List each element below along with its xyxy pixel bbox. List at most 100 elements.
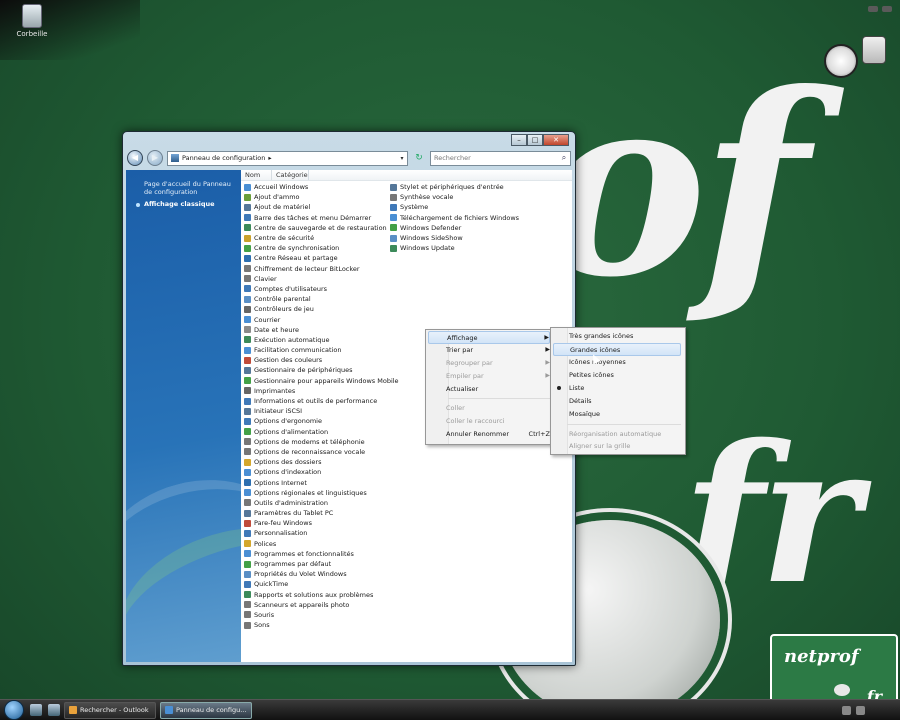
volume-icon[interactable]	[856, 705, 865, 715]
quick-launch-ie-icon[interactable]	[48, 704, 60, 716]
control-panel-item[interactable]: Courrier	[244, 314, 399, 324]
control-panel-item[interactable]: Informations et outils de performance	[244, 396, 399, 406]
window-titlebar[interactable]: – □ ✕	[123, 132, 575, 148]
nav-classic-view[interactable]: Affichage classique	[144, 200, 215, 208]
menu-item-coller[interactable]: Coller	[446, 402, 550, 413]
address-field[interactable]: Panneau de configuration ▸ ▾	[167, 150, 408, 166]
menu-item-trier-par[interactable]: Trier par ▶	[446, 344, 550, 355]
control-panel-item[interactable]: Clavier	[244, 274, 399, 284]
control-panel-item[interactable]: Contrôle parental	[244, 294, 399, 304]
control-panel-item[interactable]: Centre de sauvegarde et de restauration	[244, 223, 399, 233]
control-panel-item[interactable]: Téléchargement de fichiers Windows	[390, 213, 519, 223]
submenu-item-details[interactable]: Détails	[569, 395, 681, 406]
submenu-item-aligner[interactable]: Aligner sur la grille	[569, 440, 681, 451]
column-header-category[interactable]: Catégorie	[272, 170, 309, 180]
control-panel-item[interactable]: Ajout de matériel	[244, 202, 399, 212]
refresh-icon[interactable]: ↻	[412, 152, 426, 165]
menu-item-empiler-par[interactable]: Empiler par ▶	[446, 370, 550, 381]
back-arrow-icon[interactable]: ◀	[127, 150, 143, 166]
control-panel-item[interactable]: Facilitation communication	[244, 345, 399, 355]
control-panel-item[interactable]: Synthèse vocale	[390, 192, 519, 202]
control-panel-item[interactable]: Windows Defender	[390, 223, 519, 233]
control-panel-item-label: Centre Réseau et partage	[254, 254, 338, 263]
control-panel-item[interactable]: Programmes par défaut	[244, 559, 399, 569]
control-panel-item[interactable]: Stylet et périphériques d'entrée	[390, 182, 519, 192]
column-header-name[interactable]: Nom	[241, 170, 272, 180]
applet-icon	[244, 366, 251, 374]
control-panel-item[interactable]: Accueil Windows	[244, 182, 399, 192]
control-panel-item[interactable]: QuickTime	[244, 579, 399, 589]
applet-icon	[390, 244, 397, 252]
breadcrumb-arrow-icon[interactable]: ▸	[268, 154, 271, 162]
search-icon[interactable]: ⌕	[558, 153, 570, 163]
submenu-item-liste[interactable]: Liste	[557, 382, 681, 393]
control-panel-item[interactable]: Options de modems et téléphonie	[244, 437, 399, 447]
control-panel-item[interactable]: Centre Réseau et partage	[244, 253, 399, 263]
slideshow-gadget-icon[interactable]	[862, 36, 886, 64]
control-panel-item[interactable]: Ajout d'ammo	[244, 192, 399, 202]
nav-home-link[interactable]: Page d'accueil du Panneau de configurati…	[144, 180, 236, 197]
control-panel-item[interactable]: Centre de sécurité	[244, 233, 399, 243]
control-panel-item[interactable]: Contrôleurs de jeu	[244, 304, 399, 314]
control-panel-item[interactable]: Date et heure	[244, 325, 399, 335]
control-panel-item[interactable]: Barre des tâches et menu Démarrer	[244, 213, 399, 223]
control-panel-item[interactable]: Outils d'administration	[244, 498, 399, 508]
control-panel-item[interactable]: Exécution automatique	[244, 335, 399, 345]
control-panel-item[interactable]: Paramètres du Tablet PC	[244, 508, 399, 518]
control-panel-item[interactable]: Options d'alimentation	[244, 427, 399, 437]
control-panel-item[interactable]: Gestionnaire pour appareils Windows Mobi…	[244, 376, 399, 386]
menu-item-annuler[interactable]: Annuler Renommer Ctrl+Z	[446, 428, 550, 439]
control-panel-item[interactable]: Options régionales et linguistiques	[244, 488, 399, 498]
start-button-icon[interactable]	[4, 700, 24, 720]
menu-item-affichage[interactable]: Affichage ▶	[428, 331, 550, 344]
taskbar-item-control-panel[interactable]: Panneau de configu...	[160, 701, 252, 719]
control-panel-item[interactable]: Pare-feu Windows	[244, 518, 399, 528]
control-panel-item[interactable]: Options des dossiers	[244, 457, 399, 467]
control-panel-item[interactable]: Rapports et solutions aux problèmes	[244, 590, 399, 600]
close-button[interactable]: ✕	[543, 134, 569, 146]
control-panel-item[interactable]: Initiateur iSCSI	[244, 406, 399, 416]
taskbar-item-outlook[interactable]: Rechercher - Outlook	[64, 701, 156, 719]
control-panel-item[interactable]: Comptes d'utilisateurs	[244, 284, 399, 294]
submenu-item-grandes[interactable]: Grandes icônes	[553, 343, 681, 356]
control-panel-item[interactable]: Personnalisation	[244, 528, 399, 538]
search-input[interactable]: Rechercher ⌕	[430, 150, 571, 166]
submenu-item-petites[interactable]: Petites icônes	[569, 369, 681, 380]
show-desktop-icon[interactable]	[30, 704, 42, 716]
control-panel-item[interactable]: Système	[390, 202, 519, 212]
submenu-item-tres-grandes[interactable]: Très grandes icônes	[569, 330, 681, 341]
control-panel-item[interactable]: Gestionnaire de périphériques	[244, 365, 399, 375]
menu-item-actualiser[interactable]: Actualiser	[446, 383, 550, 394]
control-panel-item[interactable]: Sons	[244, 620, 399, 630]
gadget-icon[interactable]	[868, 6, 878, 12]
control-panel-item[interactable]: Centre de synchronisation	[244, 243, 399, 253]
control-panel-item[interactable]: Options d'ergonomie	[244, 416, 399, 426]
control-panel-item[interactable]: Propriétés du Volet Windows	[244, 569, 399, 579]
control-panel-item[interactable]: Options d'indexation	[244, 467, 399, 477]
chevron-down-icon[interactable]: ▾	[397, 155, 407, 162]
control-panel-item[interactable]: Options de reconnaissance vocale	[244, 447, 399, 457]
control-panel-item[interactable]: Windows Update	[390, 243, 519, 253]
submenu-item-icones-moyennes[interactable]: Icônes moyennes	[569, 356, 681, 367]
control-panel-item[interactable]: Programmes et fonctionnalités	[244, 549, 399, 559]
submenu-item-mosaique[interactable]: Mosaïque	[569, 408, 681, 419]
control-panel-item[interactable]: Chiffrement de lecteur BitLocker	[244, 264, 399, 274]
control-panel-item[interactable]: Options Internet	[244, 477, 399, 487]
recycle-bin[interactable]: Corbeille	[12, 4, 52, 38]
control-panel-item[interactable]: Windows SideShow	[390, 233, 519, 243]
control-panel-item[interactable]: Scanneurs et appareils photo	[244, 600, 399, 610]
control-panel-item[interactable]: Gestion des couleurs	[244, 355, 399, 365]
network-icon[interactable]	[842, 705, 851, 715]
minimize-button[interactable]: –	[511, 134, 527, 146]
forward-arrow-icon[interactable]: ▶	[147, 150, 163, 166]
control-panel-item[interactable]: Imprimantes	[244, 386, 399, 396]
control-panel-item[interactable]: Souris	[244, 610, 399, 620]
menu-item-regrouper-par[interactable]: Regrouper par ▶	[446, 357, 550, 368]
control-panel-item[interactable]: Polices	[244, 539, 399, 549]
maximize-button[interactable]: □	[527, 134, 543, 146]
clock-gadget-icon[interactable]	[824, 44, 858, 78]
submenu-item-reorg-auto[interactable]: Réorganisation automatique	[569, 428, 681, 439]
menu-item-coller-raccourci[interactable]: Coller le raccourci	[446, 415, 550, 426]
gadget-icon[interactable]	[882, 6, 892, 12]
sidebar-gadget-controls[interactable]	[868, 6, 892, 12]
